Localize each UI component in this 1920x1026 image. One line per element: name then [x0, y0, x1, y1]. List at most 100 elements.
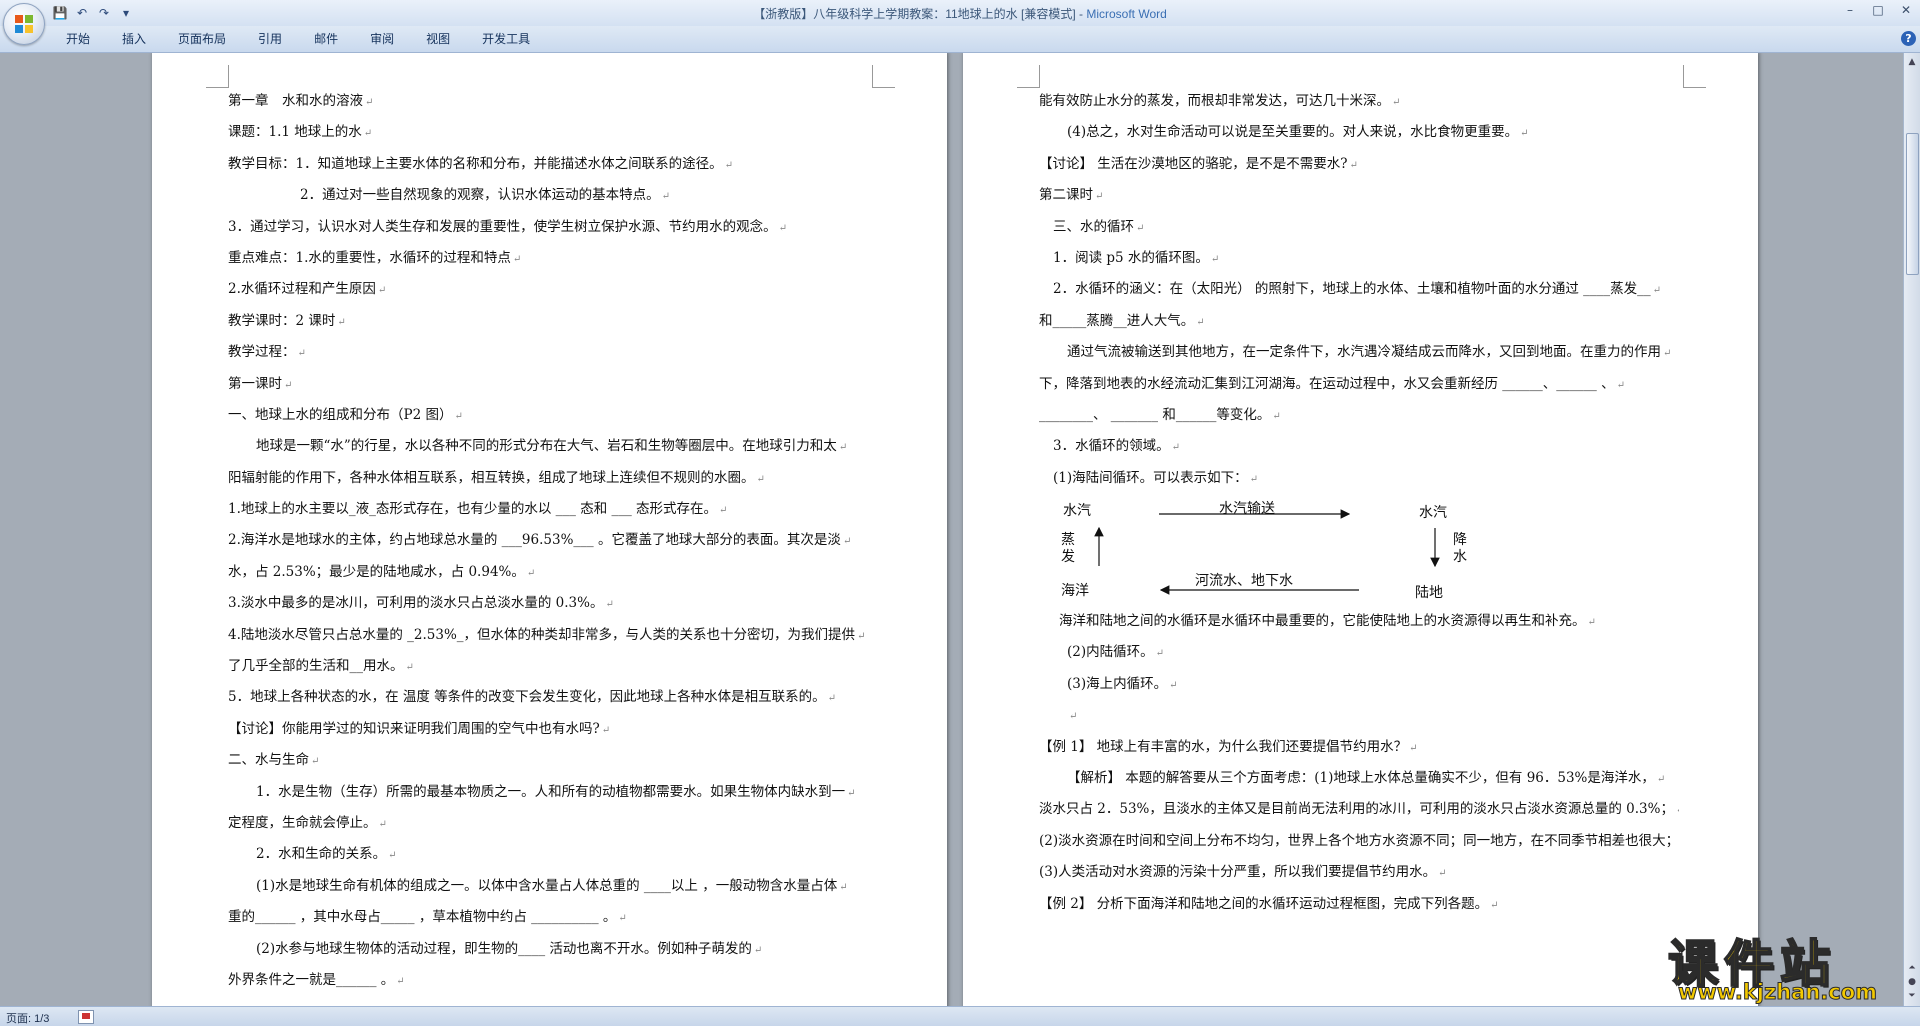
- text-line[interactable]: 第一章 水和水的溶液 ↵: [228, 86, 868, 117]
- text-line[interactable]: 3．水循环的领域。 ↵: [1039, 431, 1679, 462]
- text-line[interactable]: (1)水是地球生命有机体的组成之一。以体中含水量占人体总重的 ____以上 ，一…: [228, 871, 868, 902]
- ribbon-tab[interactable]: 审阅: [354, 26, 410, 52]
- text-line[interactable]: 【例 2】 分析下面海洋和陆地之间的水循环运动过程框图，完成下列各题。 ↵: [1039, 889, 1679, 920]
- text-line[interactable]: 地球是一颗“水”的行星，水以各种不同的形式分布在大气、岩石和生物等圈层中。在地球…: [228, 431, 868, 462]
- crop-mark: [1683, 65, 1706, 88]
- paragraph-mark-icon: ↵: [778, 222, 787, 234]
- minimize-button[interactable]: –: [1836, 0, 1864, 20]
- text-line[interactable]: (1)海陆间循环。可以表示如下： ↵: [1039, 463, 1679, 494]
- text-line[interactable]: 1．水是生物（生存）所需的最基本物质之一。人和所有的动植物都需要水。如果生物体内…: [228, 777, 868, 808]
- ribbon-tab[interactable]: 邮件: [298, 26, 354, 52]
- text-line[interactable]: (4)总之，水对生命活动可以说是至关重要的。对人来说，水比食物更重要。 ↵: [1039, 117, 1679, 148]
- text-line[interactable]: 一、地球上水的组成和分布（P2 图） ↵: [228, 400, 868, 431]
- text-line[interactable]: 定程度，生命就会停止。 ↵: [228, 808, 868, 839]
- office-button[interactable]: [3, 3, 45, 45]
- text-line[interactable]: 教学过程： ↵: [228, 337, 868, 368]
- text-line[interactable]: 教学课时：2 课时 ↵: [228, 306, 868, 337]
- ribbon-tab[interactable]: 开始: [50, 26, 106, 52]
- text-line[interactable]: 下，降落到地表的水经流动汇集到江河湖海。在运动过程中，水又会重新经历 _____…: [1039, 369, 1679, 400]
- text-line[interactable]: 重的______ ，其中水母占_____ ，草本植物中约占 __________…: [228, 902, 868, 933]
- paragraph-mark-icon: ↵: [1520, 128, 1529, 140]
- text-line[interactable]: 教学目标：1．知道地球上主要水体的名称和分布，并能描述水体之间联系的途径。 ↵: [228, 149, 868, 180]
- ribbon-tab[interactable]: 插入: [106, 26, 162, 52]
- text-line[interactable]: (2)淡水资源在时间和空间上分布不均匀，世界上各个地方水资源不同；同一地方，在不…: [1039, 826, 1679, 857]
- text-line[interactable]: 第一课时 ↵: [228, 369, 868, 400]
- line-text: 第二课时: [1039, 187, 1093, 204]
- text-line[interactable]: 3．通过学习，认识水对人类生存和发展的重要性，使学生树立保护水源、节约用水的观念…: [228, 212, 868, 243]
- text-line[interactable]: 2.水循环过程和产生原因 ↵: [228, 274, 868, 305]
- text-line[interactable]: (2)水参与地球生物体的活动过程，即生物的____ 活动也离不开水。例如种子萌发…: [228, 934, 868, 965]
- help-icon[interactable]: ?: [1901, 31, 1916, 46]
- line-text: (2)水参与地球生物体的活动过程，即生物的____ 活动也离不开水。例如种子萌发…: [256, 940, 752, 957]
- text-line[interactable]: 海洋和陆地之间的水循环是水循环中最重要的，它能使陆地上的水资源得以再生和补充。 ↵: [1039, 606, 1679, 637]
- text-line[interactable]: (3)海上内循环。 ↵: [1039, 669, 1679, 700]
- text-line[interactable]: 和_____蒸腾__进人大气。 ↵: [1039, 306, 1679, 337]
- line-text: 地球是一颗“水”的行星，水以各种不同的形式分布在大气、岩石和生物等圈层中。在地球…: [256, 438, 837, 455]
- vapor-land-label: 水汽: [1419, 505, 1447, 522]
- page-2-body[interactable]: 能有效防止水分的蒸发，而根却非常发达，可达几十米深。 ↵ (4)总之，水对生命活动可…: [1039, 86, 1679, 920]
- text-line[interactable]: 能有效防止水分的蒸发，而根却非常发达，可达几十米深。 ↵: [1039, 86, 1679, 117]
- ribbon: 开始 插入 页面布局 引用 邮件 审阅 视图 开发工具 ?: [0, 26, 1920, 53]
- paragraph-mark-icon: ↵: [857, 630, 866, 642]
- paragraph-mark-icon: ↵: [526, 567, 536, 579]
- line-text: (3)海上内循环。: [1067, 675, 1168, 692]
- page-count[interactable]: 页面: 1/3: [6, 1010, 49, 1026]
- paragraph-mark-icon: ↵: [1196, 316, 1205, 328]
- text-line[interactable]: 重点难点：1.水的重要性，水循环的过程和特点 ↵: [228, 243, 868, 274]
- line-text: 3．水循环的领域。: [1053, 438, 1170, 455]
- text-line[interactable]: 阳辐射能的作用下，各种水体相互联系，相互转换，组成了地球上连续但不规则的水圈。 ↵: [228, 463, 868, 494]
- text-line[interactable]: ________、 _______ 和______等变化。 ↵: [1039, 400, 1679, 431]
- page-2[interactable]: 能有效防止水分的蒸发，而根却非常发达，可达几十米深。 ↵ (4)总之，水对生命活动可…: [963, 53, 1758, 1006]
- paragraph-mark-icon: ↵: [284, 379, 293, 391]
- text-line[interactable]: 三、水的循环 ↵: [1039, 212, 1679, 243]
- proofing-icon[interactable]: [78, 1010, 94, 1024]
- text-line[interactable]: 2.海洋水是地球水的主体，约占地球总水量的 ___96.53%___ 。它覆盖了…: [228, 525, 868, 556]
- text-line[interactable]: 二、水与生命 ↵: [228, 745, 868, 776]
- scroll-up-icon[interactable]: ▲: [1905, 55, 1919, 69]
- text-line[interactable]: 2．水和生命的关系。 ↵: [228, 839, 868, 870]
- text-line[interactable]: 3.淡水中最多的是冰川，可利用的淡水只占总淡水量的 0.3%。 ↵: [228, 588, 868, 619]
- land-label: 陆地: [1415, 585, 1443, 602]
- text-line[interactable]: 通过气流被输送到其他地方，在一定条件下，水汽遇冷凝结成云而降水，又回到地面。在重…: [1039, 337, 1679, 368]
- text-line[interactable]: 了几乎全部的生活和__用水。 ↵: [228, 651, 868, 682]
- maximize-button[interactable]: □: [1864, 0, 1892, 20]
- vertical-scrollbar[interactable]: ▲ ⏶ ● ⏷: [1903, 53, 1920, 1006]
- scroll-thumb[interactable]: [1906, 133, 1919, 275]
- page-1[interactable]: 第一章 水和水的溶液 ↵ 课题：1.1 地球上的水 ↵ 教学目标：1．知道地球上主要水体…: [152, 53, 947, 1006]
- line-text: 重的______ ，其中水母占_____ ，草本植物中约占 __________…: [228, 909, 617, 926]
- ribbon-tab[interactable]: 视图: [410, 26, 466, 52]
- paragraph-mark-icon: ↵: [1676, 805, 1679, 816]
- paragraph-mark-icon: ↵: [1169, 679, 1178, 691]
- text-line[interactable]: 【解析】 本题的解答要从三个方面考虑：(1)地球上水体总量确实不少，但有 96．…: [1039, 763, 1679, 794]
- text-line[interactable]: (2)内陆循环。 ↵: [1039, 637, 1679, 668]
- text-line[interactable]: 水，占 2.53%；最少是的陆地咸水，占 0.94%。 ↵: [228, 557, 868, 588]
- text-line[interactable]: 【例 1】 地球上有丰富的水，为什么我们还要提倡节约用水？ ↵: [1039, 732, 1679, 763]
- ribbon-tab[interactable]: 页面布局: [162, 26, 242, 52]
- paragraph-mark-icon: ↵: [1490, 899, 1499, 911]
- line-text: ________、 _______ 和______等变化。: [1039, 406, 1271, 423]
- text-line[interactable]: 5．地球上各种状态的水，在 温度 等条件的改变下会发生变化，因此地球上各种水体是…: [228, 682, 868, 713]
- ribbon-tab[interactable]: 引用: [242, 26, 298, 52]
- ribbon-tab[interactable]: 开发工具: [466, 26, 546, 52]
- text-line[interactable]: 课题：1.1 地球上的水 ↵: [228, 117, 868, 148]
- paragraph-mark-icon: ↵: [1409, 742, 1418, 754]
- text-line[interactable]: 4.陆地淡水尽管只占总水量的 _2.53%_，但水体的种类却非常多，与人类的关系…: [228, 620, 868, 651]
- text-line[interactable]: (3)人类活动对水资源的污染十分严重，所以我们要提倡节约用水。 ↵: [1039, 857, 1679, 888]
- text-line[interactable]: 2．水循环的涵义：在（太阳光） 的照射下，地球上的水体、土壤和植物叶面的水分通过…: [1039, 274, 1679, 305]
- paragraph-mark-icon: ↵: [618, 913, 627, 925]
- page-1-body[interactable]: 第一章 水和水的溶液 ↵ 课题：1.1 地球上的水 ↵ 教学目标：1．知道地球上主要水体…: [228, 86, 868, 996]
- text-line[interactable]: 外界条件之一就是______ 。 ↵: [228, 965, 868, 996]
- paragraph-mark-icon: ↵: [1616, 379, 1625, 391]
- text-line[interactable]: 2．通过对一些自然现象的观察，认识水体运动的基本特点。 ↵: [228, 180, 868, 211]
- text-line[interactable]: ↵: [1039, 700, 1679, 731]
- crop-mark: [206, 65, 229, 88]
- text-line[interactable]: 淡水只占 2．53%，且淡水的主体又是目前尚无法利用的冰川，可利用的淡水只占淡水…: [1039, 794, 1679, 825]
- paragraph-mark-icon: ↵: [1210, 253, 1220, 265]
- text-line[interactable]: 1.地球上的水主要以_液_态形式存在，也有少量的水以 ___ 态和 ___ 态形…: [228, 494, 868, 525]
- text-line[interactable]: 【讨论】你能用学过的知识来证明我们周围的空气中也有水吗? ↵: [228, 714, 868, 745]
- paragraph-mark-icon: ↵: [454, 410, 463, 422]
- text-line[interactable]: 第二课时 ↵: [1039, 180, 1679, 211]
- close-button[interactable]: ✕: [1892, 0, 1920, 20]
- text-line[interactable]: 【讨论】 生活在沙漠地区的骆驼，是不是不需要水? ↵: [1039, 149, 1679, 180]
- text-line[interactable]: 1．阅读 p5 水的循环图。 ↵: [1039, 243, 1679, 274]
